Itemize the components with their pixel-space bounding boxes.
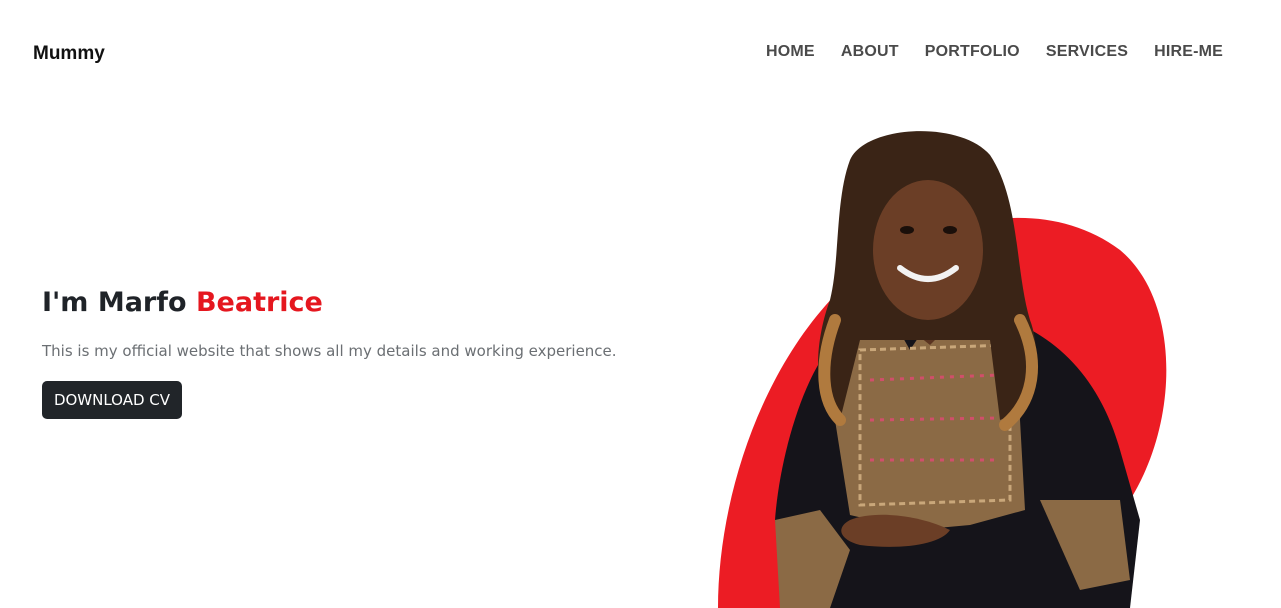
- download-cv-button[interactable]: DOWNLOAD CV: [42, 381, 182, 419]
- nav-services[interactable]: SERVICES: [1046, 43, 1128, 61]
- hero-name-highlight: Beatrice: [195, 287, 323, 318]
- nav-hire-me[interactable]: HIRE-ME: [1154, 43, 1223, 61]
- nav-home[interactable]: HOME: [766, 43, 815, 61]
- hero-portrait: [718, 131, 1167, 608]
- hero-title: I'm Marfo Beatrice: [42, 287, 323, 318]
- nav-about[interactable]: ABOUT: [841, 43, 899, 61]
- nav-portfolio[interactable]: PORTFOLIO: [925, 43, 1020, 61]
- hero-subtitle: This is my official website that shows a…: [42, 342, 617, 360]
- hero-greeting: I'm Marfo: [42, 287, 196, 318]
- main-nav: HOME ABOUT PORTFOLIO SERVICES HIRE-ME: [766, 43, 1223, 61]
- portrait-face: [873, 180, 983, 320]
- site-brand[interactable]: Mummy: [33, 43, 105, 65]
